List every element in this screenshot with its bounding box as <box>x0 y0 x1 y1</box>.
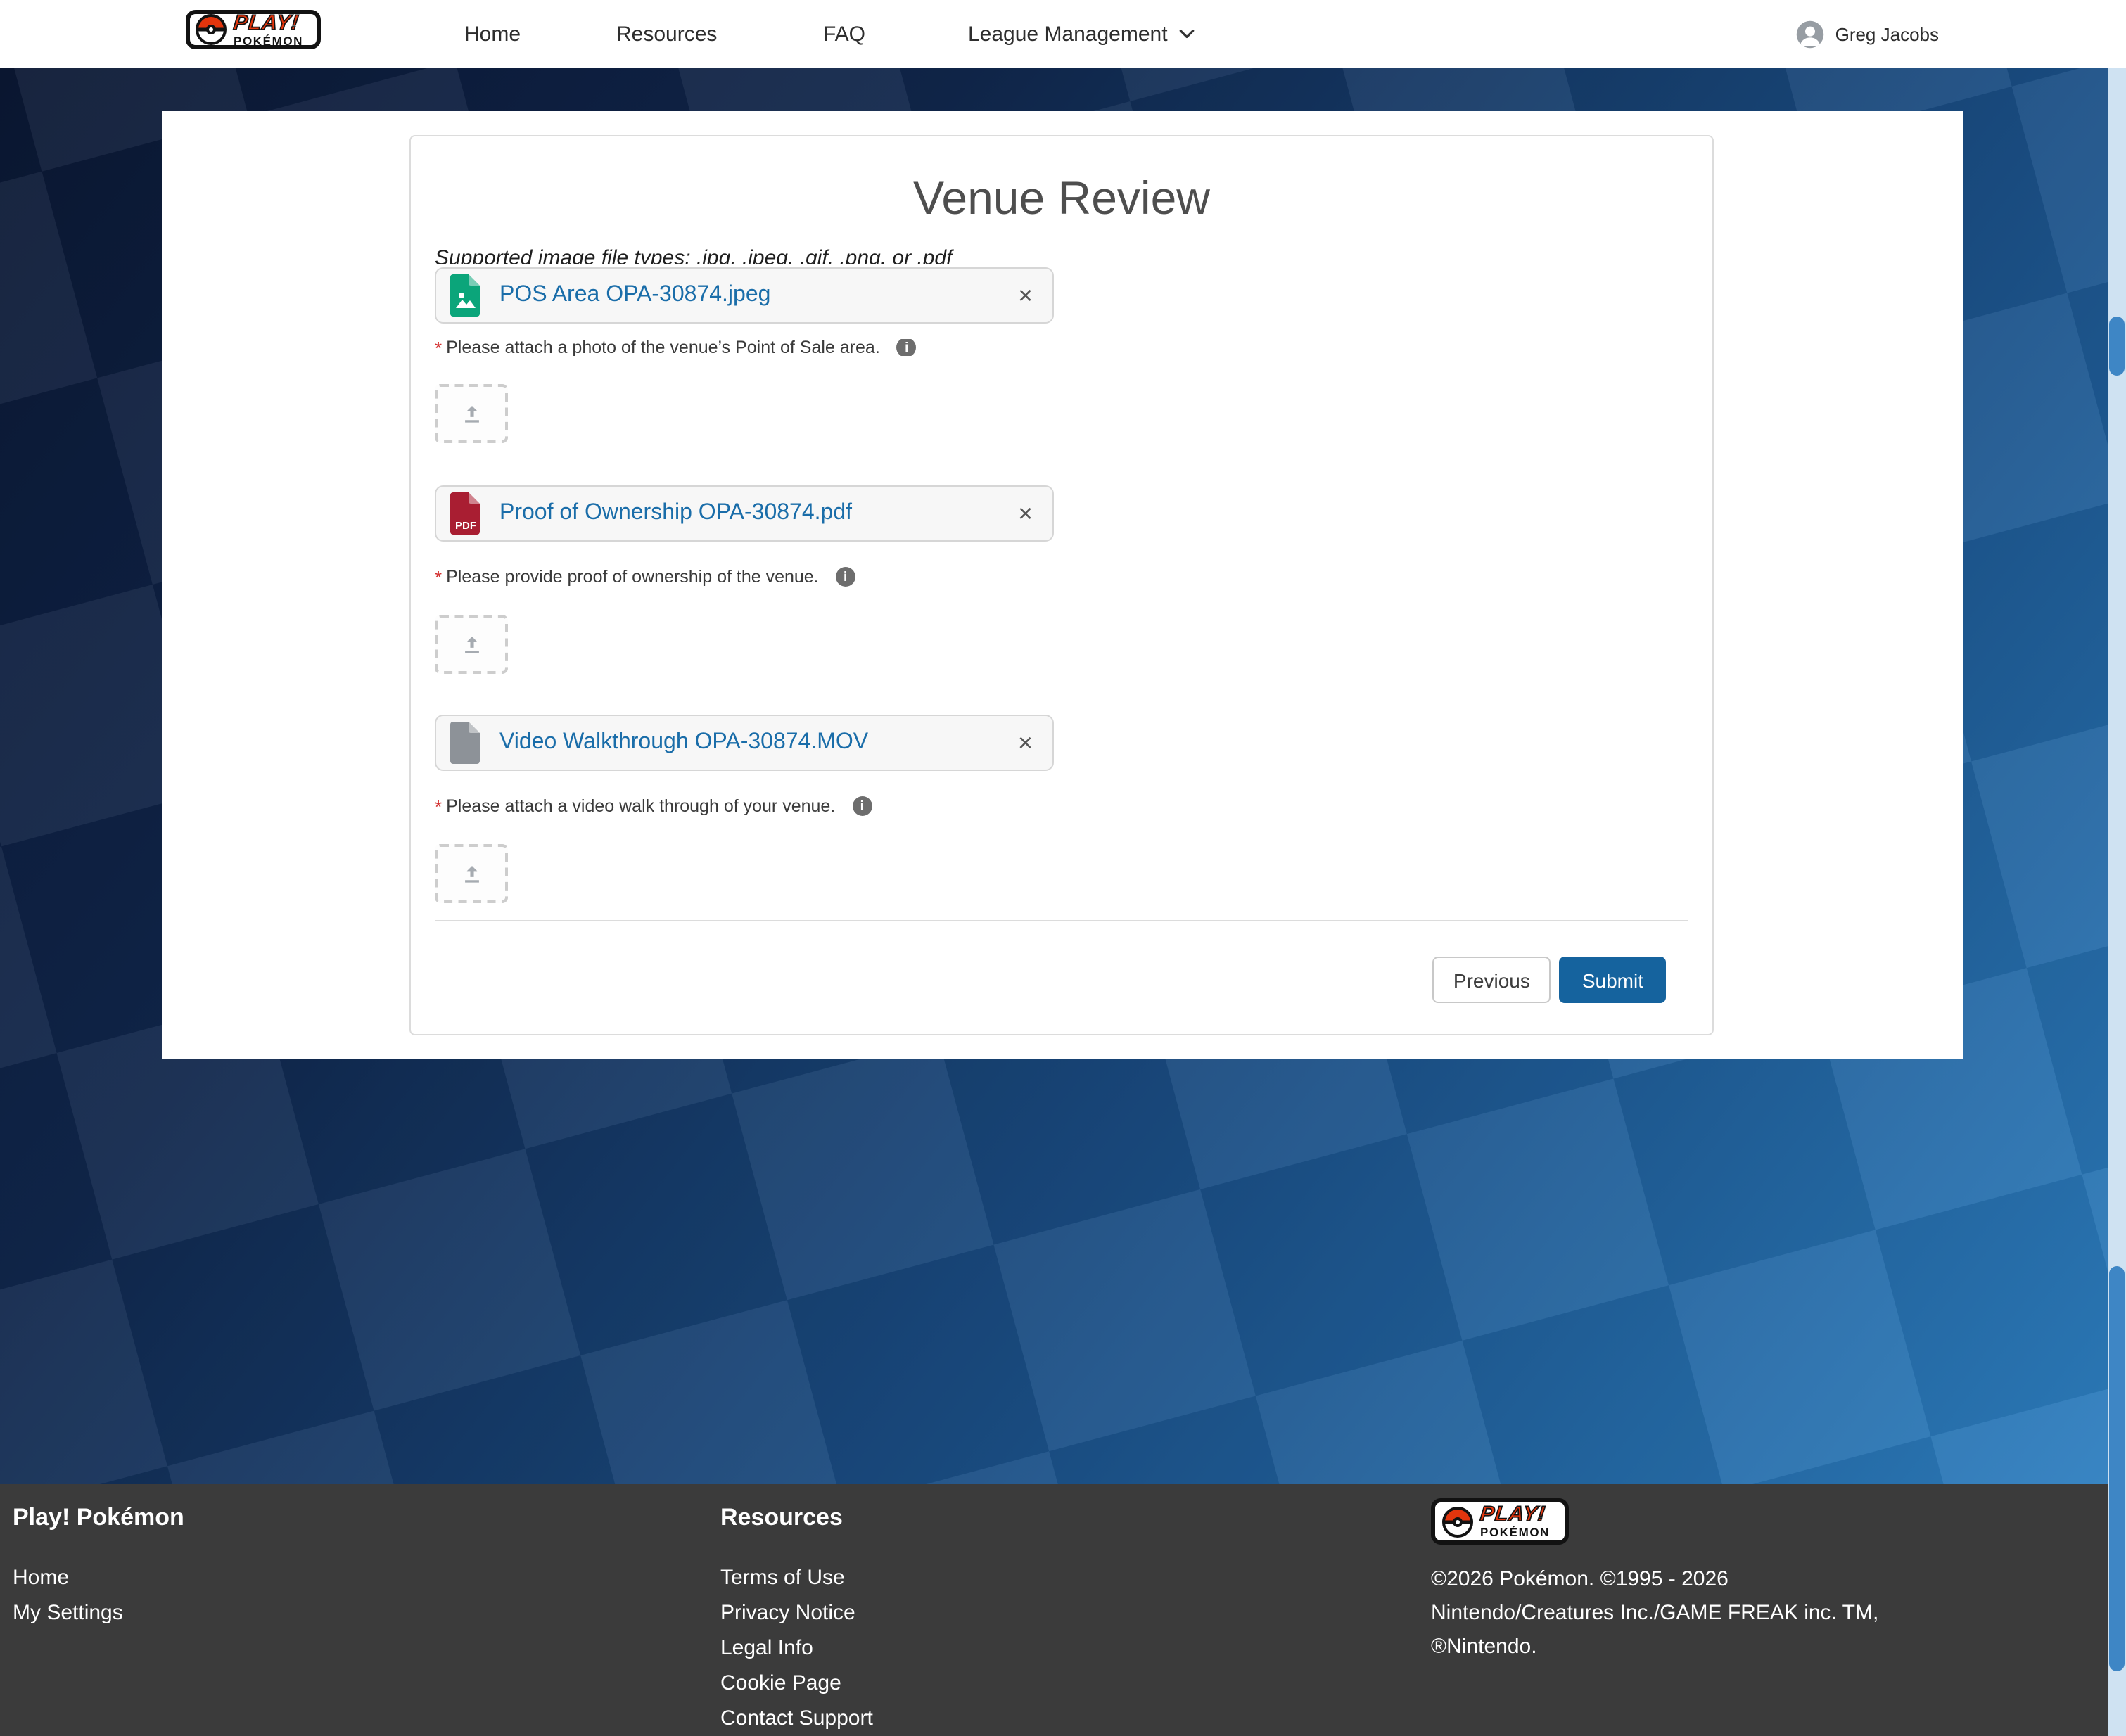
footer-link-legal-info[interactable]: Legal Info <box>720 1630 873 1666</box>
play-pokemon-logo[interactable]: PLAY! POKÉMON <box>186 10 320 49</box>
upload-section-video: Video Walkthrough OPA-30874.MOV × * Plea… <box>435 715 1688 903</box>
footer-column-resources: Resources Terms of Use Privacy Notice Le… <box>720 1504 873 1736</box>
upload-icon <box>459 862 483 886</box>
requirement-row-video: * Please attach a video walk through of … <box>435 795 1688 817</box>
section-divider <box>435 920 1688 921</box>
file-dropzone-video[interactable] <box>435 844 508 903</box>
footer-link-my-settings[interactable]: My Settings <box>13 1595 184 1630</box>
file-chip-pos-area[interactable]: POS Area OPA-30874.jpeg × <box>435 267 1054 324</box>
logo-text: PLAY! POKÉMON <box>234 13 303 47</box>
upload-icon <box>459 402 483 426</box>
file-dropzone-ownership[interactable] <box>435 615 508 674</box>
svg-text:PDF: PDF <box>455 520 476 532</box>
page-background: Venue Review Supported image file types:… <box>0 68 2126 1484</box>
footer-heading: Play! Pokémon <box>13 1504 184 1532</box>
file-link-ownership[interactable]: Proof of Ownership OPA-30874.pdf <box>499 501 852 526</box>
nav-league-label: League Management <box>968 22 1168 46</box>
scrollbar-thumb[interactable] <box>2109 1266 2125 1671</box>
footer-column-legal: PLAY! POKÉMON ©2026 Pokémon. ©1995 - 202… <box>1431 1498 1878 1664</box>
file-link-pos-area[interactable]: POS Area OPA-30874.jpeg <box>499 283 770 308</box>
copyright-line: Nintendo/Creatures Inc./GAME FREAK inc. … <box>1431 1597 1878 1630</box>
required-asterisk: * <box>435 339 442 356</box>
requirement-text: Please provide proof of ownership of the… <box>446 567 819 587</box>
content-panel: Venue Review Supported image file types:… <box>162 111 1963 1059</box>
requirement-row-ownership: * Please provide proof of ownership of t… <box>435 566 1688 588</box>
pokeball-icon <box>1442 1506 1473 1537</box>
file-link-video[interactable]: Video Walkthrough OPA-30874.MOV <box>499 730 868 755</box>
pokeball-icon <box>196 14 227 45</box>
image-file-icon <box>449 274 483 317</box>
upload-section-ownership: PDF Proof of Ownership OPA-30874.pdf × *… <box>435 485 1688 674</box>
footer-link-home[interactable]: Home <box>13 1560 184 1595</box>
file-chip-video[interactable]: Video Walkthrough OPA-30874.MOV × <box>435 715 1054 771</box>
footer-link-contact-support[interactable]: Contact Support <box>720 1701 873 1736</box>
requirement-text: Please attach a photo of the venue’s Poi… <box>446 339 880 356</box>
submit-button[interactable]: Submit <box>1560 957 1666 1003</box>
file-icon <box>449 722 483 764</box>
remove-file-button[interactable]: × <box>998 501 1052 526</box>
info-icon[interactable]: i <box>836 567 855 587</box>
previous-button[interactable]: Previous <box>1432 957 1551 1003</box>
scrollbar-thumb[interactable] <box>2109 317 2125 376</box>
nav-item-home[interactable]: Home <box>464 0 521 68</box>
chevron-down-icon <box>1179 29 1195 39</box>
footer-heading: Resources <box>720 1504 873 1532</box>
footer-link-privacy-notice[interactable]: Privacy Notice <box>720 1595 873 1630</box>
user-avatar-icon <box>1796 19 1826 49</box>
user-name: Greg Jacobs <box>1835 23 1939 44</box>
requirement-row-pos-area: * Please attach a photo of the venue’s P… <box>435 339 1688 356</box>
top-navbar: PLAY! POKÉMON Home Resources FAQ League … <box>0 0 2126 68</box>
nav-item-league-management[interactable]: League Management <box>968 0 1195 68</box>
remove-file-button[interactable]: × <box>998 730 1052 755</box>
page-footer: Play! Pokémon Home My Settings Resources… <box>0 1484 2126 1736</box>
footer-link-cookie-page[interactable]: Cookie Page <box>720 1666 873 1701</box>
venue-review-card: Venue Review Supported image file types:… <box>409 135 1714 1035</box>
vertical-scrollbar[interactable] <box>2108 68 2126 1736</box>
upload-section-pos-area: POS Area OPA-30874.jpeg × * Please attac… <box>435 267 1688 443</box>
required-asterisk: * <box>435 796 442 817</box>
logo-pokemon-text: POKÉMON <box>234 35 303 47</box>
form-actions: Previous Submit <box>435 957 1688 1003</box>
file-types-note: Supported image file types: .jpg, .jpeg,… <box>435 246 1688 264</box>
nav-item-resources[interactable]: Resources <box>616 0 717 68</box>
logo-play-text: PLAY! <box>1479 1505 1551 1526</box>
copyright-line: ®Nintendo. <box>1431 1630 1878 1664</box>
info-icon[interactable]: i <box>897 339 917 356</box>
file-chip-ownership[interactable]: PDF Proof of Ownership OPA-30874.pdf × <box>435 485 1054 542</box>
user-menu[interactable]: Greg Jacobs <box>1796 0 1939 68</box>
info-icon[interactable]: i <box>852 796 872 816</box>
logo-play-text: PLAY! <box>232 13 304 34</box>
page-title: Venue Review <box>435 170 1688 225</box>
pdf-file-icon: PDF <box>449 492 483 535</box>
copyright-text: ©2026 Pokémon. ©1995 - 2026 Nintendo/Cre… <box>1431 1563 1878 1664</box>
required-asterisk: * <box>435 566 442 587</box>
footer-link-terms-of-use[interactable]: Terms of Use <box>720 1560 873 1595</box>
footer-play-pokemon-logo: PLAY! POKÉMON <box>1431 1498 1568 1545</box>
footer-column-play-pokemon: Play! Pokémon Home My Settings <box>13 1504 184 1630</box>
logo-text: PLAY! POKÉMON <box>1480 1505 1550 1539</box>
nav-item-faq[interactable]: FAQ <box>823 0 865 68</box>
logo-pokemon-text: POKÉMON <box>1480 1527 1550 1539</box>
requirement-text: Please attach a video walk through of yo… <box>446 796 835 816</box>
upload-icon <box>459 632 483 656</box>
copyright-line: ©2026 Pokémon. ©1995 - 2026 <box>1431 1563 1878 1597</box>
remove-file-button[interactable]: × <box>998 283 1052 308</box>
file-dropzone-pos-area[interactable] <box>435 384 508 443</box>
